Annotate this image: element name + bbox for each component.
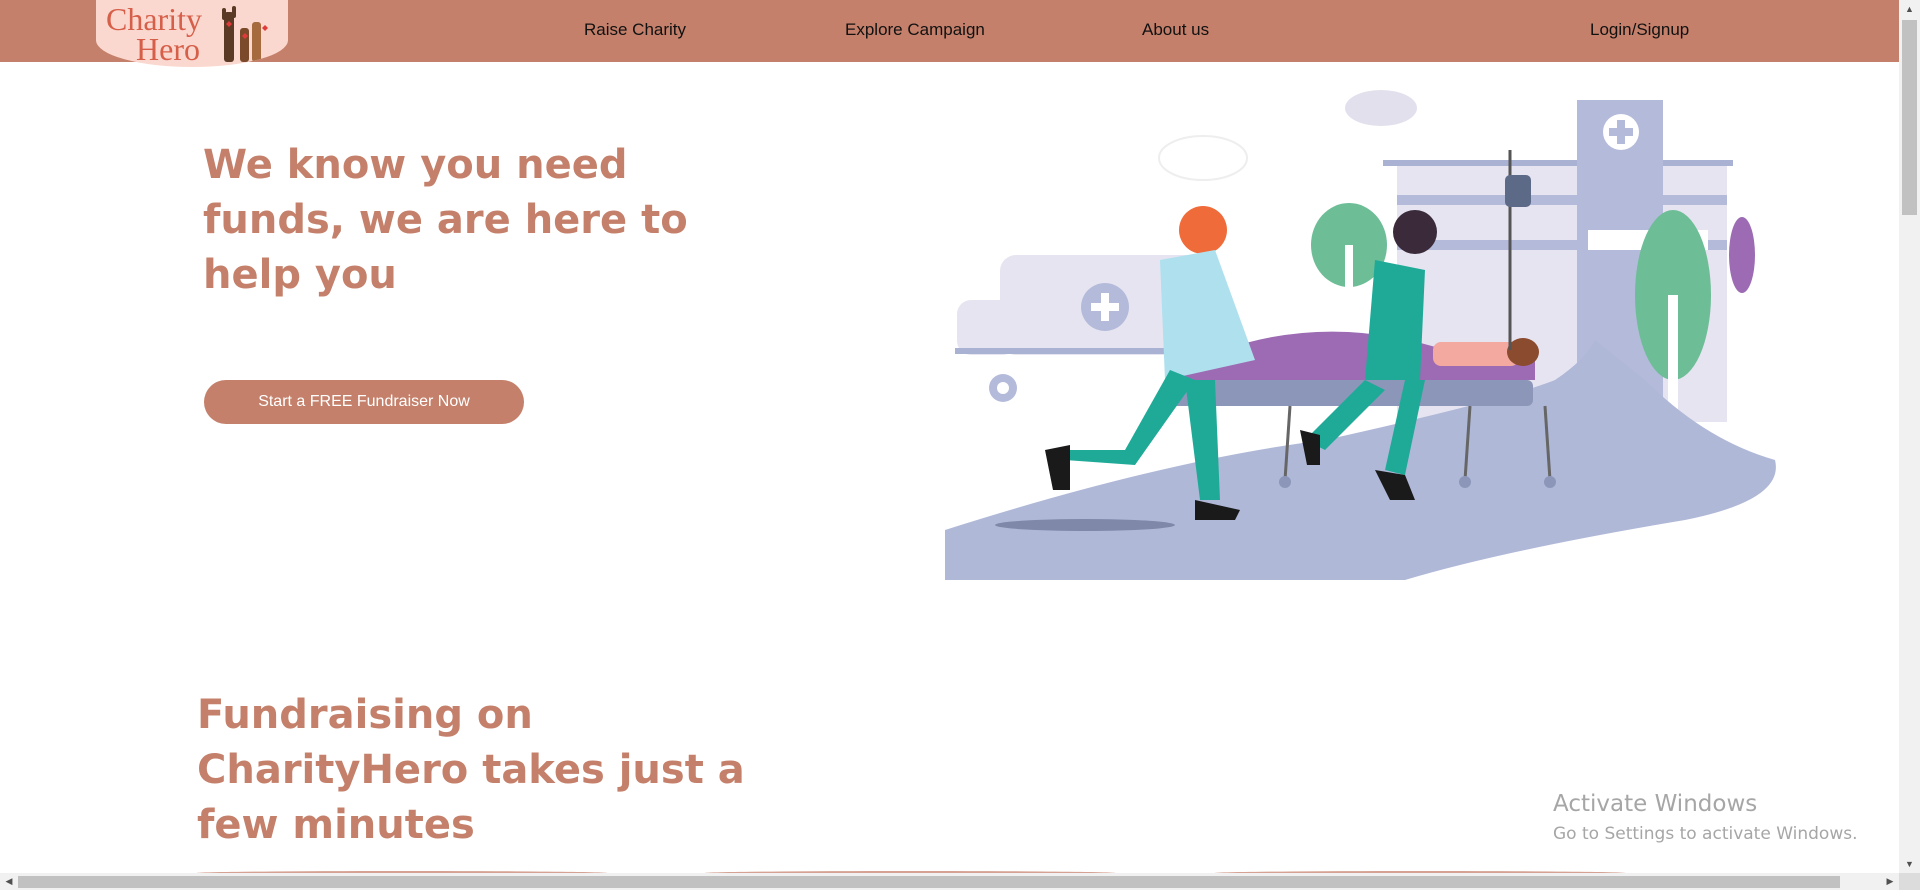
horizontal-scrollbar[interactable]: ◀ ▶: [0, 873, 1899, 890]
scroll-up-icon[interactable]: ▲: [1899, 0, 1920, 18]
charity-hero-logo[interactable]: Charity Hero: [96, 0, 288, 67]
nav-raise-charity[interactable]: Raise Charity: [584, 20, 686, 40]
activate-windows-subtitle: Go to Settings to activate Windows.: [1553, 824, 1858, 844]
scroll-left-icon[interactable]: ◀: [0, 873, 18, 890]
nav-about-us[interactable]: About us: [1142, 20, 1209, 40]
logo-text-line2: Hero: [136, 31, 200, 67]
scroll-down-icon[interactable]: ▼: [1899, 855, 1920, 873]
nav-login-signup[interactable]: Login/Signup: [1590, 20, 1689, 40]
vertical-scrollbar[interactable]: ▲ ▼: [1899, 0, 1920, 873]
raised-hands-icon: [222, 6, 268, 62]
section-title-fundraising: Fundraising on CharityHero takes just a …: [197, 692, 745, 848]
top-navbar: Charity Hero Raise Charity Explore Campa…: [0, 0, 1899, 67]
horizontal-scroll-thumb[interactable]: [18, 876, 1840, 888]
activate-windows-title: Activate Windows: [1553, 791, 1758, 817]
hospital-emergency-illustration: [945, 90, 1776, 580]
start-fundraiser-button[interactable]: Start a FREE Fundraiser Now: [204, 380, 524, 424]
nav-explore-campaign[interactable]: Explore Campaign: [845, 20, 985, 40]
hero-title: We know you need funds, we are here to h…: [203, 142, 688, 298]
scrollbar-corner: [1899, 873, 1920, 890]
vertical-scroll-thumb[interactable]: [1902, 20, 1917, 215]
scroll-right-icon[interactable]: ▶: [1881, 873, 1899, 890]
